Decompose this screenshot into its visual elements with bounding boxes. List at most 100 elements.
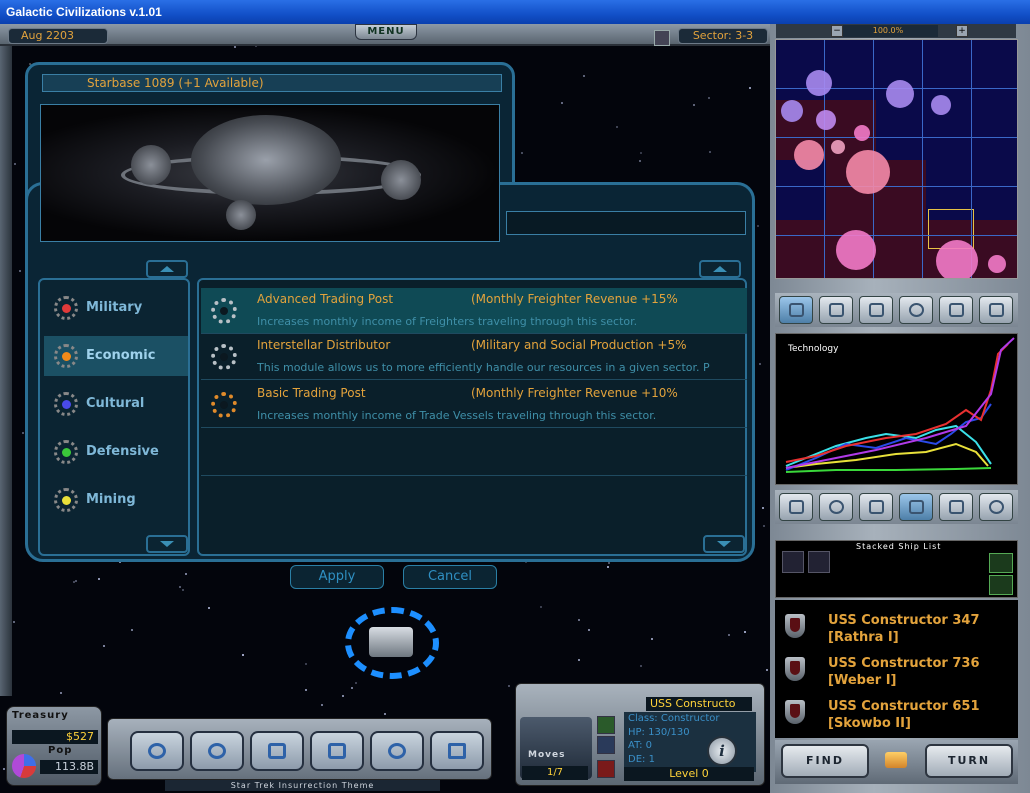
stacked-ship-thumb[interactable] xyxy=(808,551,830,573)
star xyxy=(743,631,746,633)
ship-shield-icon xyxy=(785,657,805,681)
module-row[interactable]: Basic Trading Post (Monthly Freighter Re… xyxy=(201,382,747,428)
gem-core xyxy=(62,352,71,361)
star xyxy=(242,653,245,656)
category-cultural[interactable]: Cultural xyxy=(44,384,188,424)
category-scroll-down[interactable] xyxy=(146,535,188,553)
research-icon[interactable] xyxy=(899,493,933,521)
planet-marker xyxy=(794,140,824,170)
star xyxy=(639,159,642,162)
advisor-icon[interactable] xyxy=(979,493,1013,521)
un-tool-icon[interactable] xyxy=(370,731,424,771)
ships-view-icon[interactable] xyxy=(859,296,893,324)
module-name: Basic Trading Post xyxy=(257,386,366,400)
ship-name: USS Constructor 651 xyxy=(828,699,980,714)
module-scroll-down[interactable] xyxy=(703,535,745,553)
merge-fleet-icon[interactable] xyxy=(989,553,1013,573)
zoom-out-button[interactable]: − xyxy=(831,25,843,37)
module-row[interactable]: Advanced Trading Post (Monthly Freighter… xyxy=(201,288,747,334)
people-tool-icon[interactable] xyxy=(310,731,364,771)
station-pod xyxy=(226,200,256,230)
star xyxy=(639,664,642,667)
planets-view-icon[interactable] xyxy=(819,296,853,324)
star xyxy=(97,577,100,580)
treasury-value: $527 xyxy=(12,730,98,744)
module-gear-icon xyxy=(211,392,237,418)
ship-hull xyxy=(369,627,413,657)
category-label: Defensive xyxy=(86,444,159,459)
icon-glyph xyxy=(869,500,884,514)
turn-button[interactable]: TURN xyxy=(925,744,1013,778)
delete-icon[interactable] xyxy=(597,760,615,778)
cancel-button[interactable]: Cancel xyxy=(403,565,497,589)
menu-button[interactable]: MENU xyxy=(355,24,417,40)
star xyxy=(182,588,185,591)
ship-list-item[interactable]: USS Constructor 347 [Rathra I] xyxy=(775,604,1018,647)
home-view-icon[interactable] xyxy=(939,296,973,324)
category-mining[interactable]: Mining xyxy=(44,480,188,520)
move-down-icon[interactable] xyxy=(597,716,615,734)
module-row[interactable]: Interstellar Distributor (Military and S… xyxy=(201,334,747,380)
music-track[interactable]: Star Trek Insurrection Theme xyxy=(165,780,440,791)
category-label: Cultural xyxy=(86,396,145,411)
reports-icon[interactable] xyxy=(939,493,973,521)
left-rail xyxy=(0,46,12,696)
race-icon[interactable] xyxy=(819,493,853,521)
mail-icon[interactable] xyxy=(885,752,907,768)
module-name: Advanced Trading Post xyxy=(257,292,394,306)
target-view-icon[interactable] xyxy=(899,296,933,324)
module-scroll-up[interactable] xyxy=(699,260,741,278)
category-economic[interactable]: Economic xyxy=(44,336,188,376)
graph-label: Technology xyxy=(788,344,839,354)
galaxy-tool-icon[interactable] xyxy=(130,731,184,771)
ship-shield-icon xyxy=(785,700,805,724)
apply-button[interactable]: Apply xyxy=(290,565,384,589)
folder-view-icon[interactable] xyxy=(979,296,1013,324)
government-icon[interactable] xyxy=(779,493,813,521)
shield-emblem xyxy=(790,704,800,718)
planet-marker xyxy=(846,150,890,194)
economic-gem-icon xyxy=(54,344,78,368)
population-pie-icon[interactable] xyxy=(12,754,36,778)
stacked-ship-thumb[interactable] xyxy=(782,551,804,573)
minimap[interactable] xyxy=(775,39,1018,279)
module-list: Advanced Trading Post (Monthly Freighter… xyxy=(197,278,747,556)
category-military[interactable]: Military xyxy=(44,288,188,328)
zoom-in-button[interactable]: + xyxy=(956,25,968,37)
star xyxy=(693,103,696,106)
disband-fleet-icon[interactable] xyxy=(989,575,1013,595)
star xyxy=(184,573,187,576)
star xyxy=(708,151,711,154)
planets-tool-icon[interactable] xyxy=(190,731,244,771)
territory-cell xyxy=(776,220,1017,278)
grid-toggle-icon[interactable] xyxy=(654,30,670,46)
category-scroll-up[interactable] xyxy=(146,260,188,278)
mining-gem-icon xyxy=(54,488,78,512)
star xyxy=(762,506,765,509)
antenna-tool-icon[interactable] xyxy=(430,731,484,771)
stacked-label: Stacked Ship List xyxy=(856,542,942,551)
star xyxy=(728,633,731,636)
ship-list-item[interactable]: USS Constructor 651 [Skowbo II] xyxy=(775,690,1018,733)
galaxy-view-icon[interactable] xyxy=(779,296,813,324)
save-icon[interactable] xyxy=(597,736,615,754)
ship-list-item[interactable]: USS Constructor 736 [Weber I] xyxy=(775,647,1018,690)
ship-entry: USS Constructor 347 [Rathra I] xyxy=(828,612,980,646)
unit-hp: HP: 130/130 xyxy=(628,726,690,738)
terrain-tool-icon[interactable] xyxy=(250,731,304,771)
selected-ship-sprite[interactable] xyxy=(345,607,439,679)
info-button[interactable]: i xyxy=(707,736,737,766)
gem-core xyxy=(62,304,71,313)
graph-lines xyxy=(785,337,1015,473)
star xyxy=(607,566,610,569)
turn-bar: FIND TURN xyxy=(775,740,1018,784)
gem-core xyxy=(62,448,71,457)
shipyard-icon[interactable] xyxy=(859,493,893,521)
find-button[interactable]: FIND xyxy=(781,744,869,778)
planet-marker xyxy=(936,240,978,278)
star xyxy=(75,580,78,583)
category-defensive[interactable]: Defensive xyxy=(44,432,188,472)
star xyxy=(18,269,21,272)
star xyxy=(560,102,563,105)
planet-marker xyxy=(854,125,870,141)
